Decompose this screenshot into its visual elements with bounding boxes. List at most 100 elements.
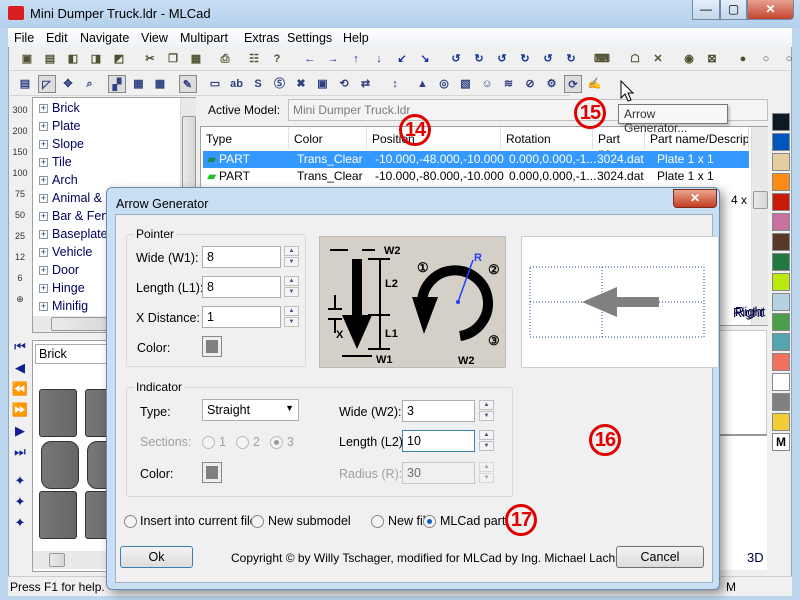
- color-swatch[interactable]: [772, 253, 790, 271]
- landscape-icon[interactable]: ▲: [414, 75, 432, 93]
- arrow-generator-icon[interactable]: ⟳: [564, 75, 582, 93]
- tree-item[interactable]: + Hinge: [39, 280, 85, 297]
- color-swatch[interactable]: [772, 293, 790, 311]
- rotate-x-icon[interactable]: ↺: [447, 50, 465, 68]
- new-file-radio[interactable]: [371, 515, 384, 528]
- zoom-25-button[interactable]: 25: [10, 231, 30, 251]
- rotation-step-icon[interactable]: ⟲: [335, 75, 353, 93]
- rotate-y2-icon[interactable]: ↻: [516, 50, 534, 68]
- section-3-radio[interactable]: [270, 436, 283, 449]
- buffer-exchange-icon[interactable]: ⇄: [357, 75, 375, 93]
- prev-step-icon[interactable]: ◀: [10, 358, 30, 378]
- zoom-6-button[interactable]: 6: [10, 273, 30, 293]
- color-swatch[interactable]: [772, 153, 790, 171]
- column-color[interactable]: Color: [289, 127, 367, 149]
- indicator-color-button[interactable]: [202, 462, 222, 483]
- color-swatch[interactable]: [772, 193, 790, 211]
- open-icon[interactable]: ▤: [41, 50, 59, 68]
- properties-icon[interactable]: ☷: [245, 50, 263, 68]
- keyboard-icon[interactable]: ⌨: [593, 50, 611, 68]
- zoom-find-icon[interactable]: ⌕: [81, 75, 99, 93]
- move-neg-z-icon[interactable]: ↘: [416, 50, 434, 68]
- expand-icon[interactable]: +: [39, 266, 48, 276]
- move-neg-x-icon[interactable]: ←: [301, 50, 319, 68]
- help-pointer-icon[interactable]: ?: [268, 50, 286, 68]
- menu-extras[interactable]: Extras: [244, 31, 279, 45]
- radius-spinner[interactable]: ▲ ▼: [479, 462, 494, 484]
- table-row[interactable]: ▰ PART Trans_Clear -10.000,-48.000,-10.0…: [203, 151, 749, 168]
- new-submodel-radio[interactable]: [251, 515, 264, 528]
- color-swatch[interactable]: [772, 273, 790, 291]
- move-z-icon[interactable]: ↙: [393, 50, 411, 68]
- lights-icon[interactable]: ○: [780, 50, 798, 68]
- zoom-300-button[interactable]: 300: [10, 105, 30, 125]
- zoom-12-button[interactable]: 12: [10, 252, 30, 272]
- color-swatch[interactable]: [772, 313, 790, 331]
- color-swatch[interactable]: [772, 233, 790, 251]
- expand-icon[interactable]: +: [39, 302, 48, 312]
- zoom-200-button[interactable]: 200: [10, 126, 30, 146]
- grid-coarse-icon[interactable]: ▞: [108, 75, 126, 93]
- views-icon[interactable]: ▤: [16, 75, 34, 93]
- parts-horizontal-scrollbar[interactable]: [33, 551, 111, 569]
- zoom-75-button[interactable]: 75: [10, 189, 30, 209]
- rotate-z2-icon[interactable]: ↻: [562, 50, 580, 68]
- expand-icon[interactable]: +: [39, 194, 48, 204]
- zoom-100-button[interactable]: 100: [10, 168, 30, 188]
- last-step-icon[interactable]: ⏭: [10, 442, 30, 462]
- wide-w1-input[interactable]: 8: [202, 246, 281, 268]
- length-l2-spinner[interactable]: ▲ ▼: [479, 430, 494, 452]
- zoom-50-button[interactable]: 50: [10, 210, 30, 230]
- expand-icon[interactable]: +: [39, 158, 48, 168]
- zoom-fit-button[interactable]: ⊕: [10, 294, 30, 314]
- insert-picture-icon[interactable]: ▣: [314, 75, 332, 93]
- column-rotation[interactable]: Rotation: [501, 127, 593, 149]
- edit-part-icon[interactable]: ✍: [586, 75, 604, 93]
- menu-file[interactable]: File: [14, 31, 34, 45]
- length-l2-input[interactable]: 10: [402, 430, 475, 452]
- maximize-button[interactable]: ▢: [720, 0, 747, 20]
- tree-item[interactable]: + Slope: [39, 136, 84, 153]
- color-swatch[interactable]: [772, 133, 790, 151]
- parts-scroll-thumb[interactable]: [49, 553, 65, 567]
- expand-icon[interactable]: +: [39, 212, 48, 222]
- move-icon[interactable]: ✥: [59, 75, 77, 93]
- more-colors-button[interactable]: M: [772, 433, 790, 451]
- ok-button[interactable]: Ok: [120, 546, 193, 568]
- move-pos-x-icon[interactable]: →: [324, 50, 342, 68]
- part-thumbnail[interactable]: [39, 491, 77, 539]
- draw-icon[interactable]: ✎: [178, 75, 197, 93]
- unghost-icon[interactable]: ✕: [649, 50, 667, 68]
- rotate-z-icon[interactable]: ↺: [539, 50, 557, 68]
- grid-fine-icon[interactable]: ▩: [151, 75, 169, 93]
- column-type[interactable]: Type: [201, 127, 289, 149]
- light-off-icon[interactable]: ○: [757, 50, 775, 68]
- rotate-y-icon[interactable]: ↺: [493, 50, 511, 68]
- new-icon[interactable]: ▣: [18, 50, 36, 68]
- list-scroll-thumb[interactable]: [753, 191, 768, 209]
- part-thumbnail[interactable]: [41, 441, 79, 489]
- insert-submodel-icon[interactable]: Ⓢ: [271, 75, 289, 93]
- spring-icon[interactable]: ≋: [500, 75, 518, 93]
- first-step-icon[interactable]: ⏮: [10, 337, 30, 357]
- text-icon[interactable]: ab: [228, 75, 246, 93]
- flex-icon[interactable]: ⊘: [521, 75, 539, 93]
- mlcad-part-radio[interactable]: [423, 515, 436, 528]
- next-step-icon[interactable]: ▶: [10, 421, 30, 441]
- expand-icon[interactable]: +: [39, 104, 48, 114]
- tree-item[interactable]: + Door: [39, 262, 79, 279]
- expand-icon[interactable]: +: [39, 230, 48, 240]
- color-swatch[interactable]: [772, 333, 790, 351]
- length-l1-input[interactable]: 8: [202, 276, 281, 298]
- save-all-icon[interactable]: ◩: [110, 50, 128, 68]
- pict-icon[interactable]: ▧: [457, 75, 475, 93]
- cut-icon[interactable]: ✂: [141, 50, 159, 68]
- rotate-x2-icon[interactable]: ↻: [470, 50, 488, 68]
- tree-item[interactable]: + Arch: [39, 172, 78, 189]
- pointer-color-button[interactable]: [202, 336, 222, 357]
- edit-mode-icon[interactable]: ◸: [37, 75, 56, 93]
- move-neg-y-icon[interactable]: ↑: [347, 50, 365, 68]
- minimize-button[interactable]: —: [692, 0, 720, 20]
- close-window-button[interactable]: ✕: [747, 0, 794, 20]
- tree-item[interactable]: + Tile: [39, 154, 72, 171]
